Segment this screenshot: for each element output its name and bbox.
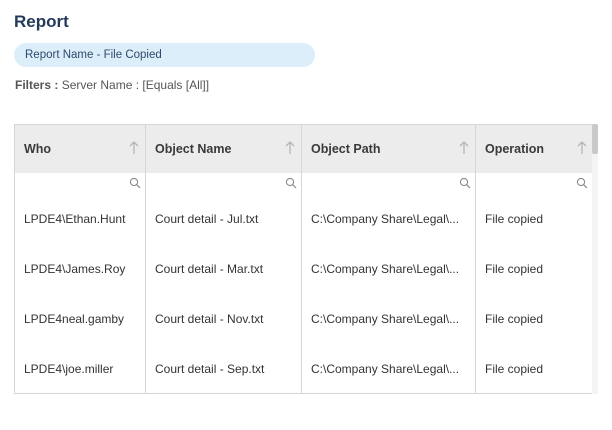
cell-object-name: Court detail - Nov.txt (146, 294, 302, 344)
page-title: Report (14, 12, 69, 31)
filters-value: Server Name : [Equals [All]] (61, 78, 210, 92)
table-row[interactable]: LPDE4\James.Roy Court detail - Mar.txt C… (15, 244, 593, 295)
sort-arrow-up-icon[interactable] (285, 141, 295, 155)
vertical-scrollbar[interactable] (592, 124, 598, 394)
grid-header: Who Object Name Object Path Operation (15, 125, 593, 173)
filter-cell-who (15, 173, 146, 194)
cell-object-name: Court detail - Mar.txt (146, 244, 302, 294)
cell-object-name: Court detail - Jul.txt (146, 194, 302, 244)
column-header-label: Who (24, 142, 52, 156)
search-icon[interactable] (285, 177, 297, 189)
table-row[interactable]: LPDE4neal.gamby Court detail - Nov.txt C… (15, 294, 593, 345)
filter-input-who[interactable] (15, 173, 145, 194)
cell-object-path: C:\Company Share\Legal\... (302, 244, 476, 294)
cell-object-name: Court detail - Sep.txt (146, 344, 302, 393)
column-header-object-path[interactable]: Object Path (302, 125, 476, 173)
filter-input-operation[interactable] (476, 173, 592, 194)
filter-input-object-path[interactable] (302, 173, 475, 194)
column-header-object-name[interactable]: Object Name (146, 125, 302, 173)
column-header-label: Operation (485, 142, 545, 156)
cell-operation: File copied (485, 262, 544, 276)
report-grid: Who Object Name Object Path Operation LP… (14, 124, 598, 394)
cell-operation: File copied (485, 312, 544, 326)
cell-object-path: C:\Company Share\Legal\... (302, 294, 476, 344)
cell-who: LPDE4\joe.miller (15, 344, 146, 393)
column-header-who[interactable]: Who (15, 125, 146, 173)
column-header-label: Object Path (311, 142, 381, 156)
cell-operation: File copied (485, 362, 544, 376)
filters-label: Filters : (15, 78, 59, 92)
cell-who: LPDE4\Ethan.Hunt (15, 194, 146, 244)
cell-who: LPDE4\James.Roy (15, 244, 146, 294)
filters-summary: Filters : Server Name : [Equals [All]] (15, 78, 209, 92)
filter-cell-object-name (146, 173, 302, 194)
filter-cell-operation (476, 173, 593, 194)
search-icon[interactable] (576, 177, 588, 189)
report-name-badge: Report Name - File Copied (14, 43, 315, 67)
sort-arrow-up-icon[interactable] (459, 141, 469, 155)
filter-input-object-name[interactable] (146, 173, 301, 194)
column-header-label: Object Name (155, 142, 232, 156)
sort-arrow-up-icon[interactable] (577, 141, 587, 155)
search-icon[interactable] (459, 177, 471, 189)
cell-object-path: C:\Company Share\Legal\... (302, 194, 476, 244)
table-row[interactable]: LPDE4\Ethan.Hunt Court detail - Jul.txt … (15, 194, 593, 245)
column-header-operation[interactable]: Operation (476, 125, 593, 173)
cell-who: LPDE4neal.gamby (15, 294, 146, 344)
filter-cell-object-path (302, 173, 476, 194)
search-icon[interactable] (129, 177, 141, 189)
sort-arrow-up-icon[interactable] (129, 141, 139, 155)
cell-object-path: C:\Company Share\Legal\... (302, 344, 476, 393)
grid-filter-row (15, 173, 593, 195)
scrollbar-thumb[interactable] (592, 124, 598, 154)
cell-operation: File copied (485, 212, 544, 226)
table-row[interactable]: LPDE4\joe.miller Court detail - Sep.txt … (15, 344, 593, 393)
